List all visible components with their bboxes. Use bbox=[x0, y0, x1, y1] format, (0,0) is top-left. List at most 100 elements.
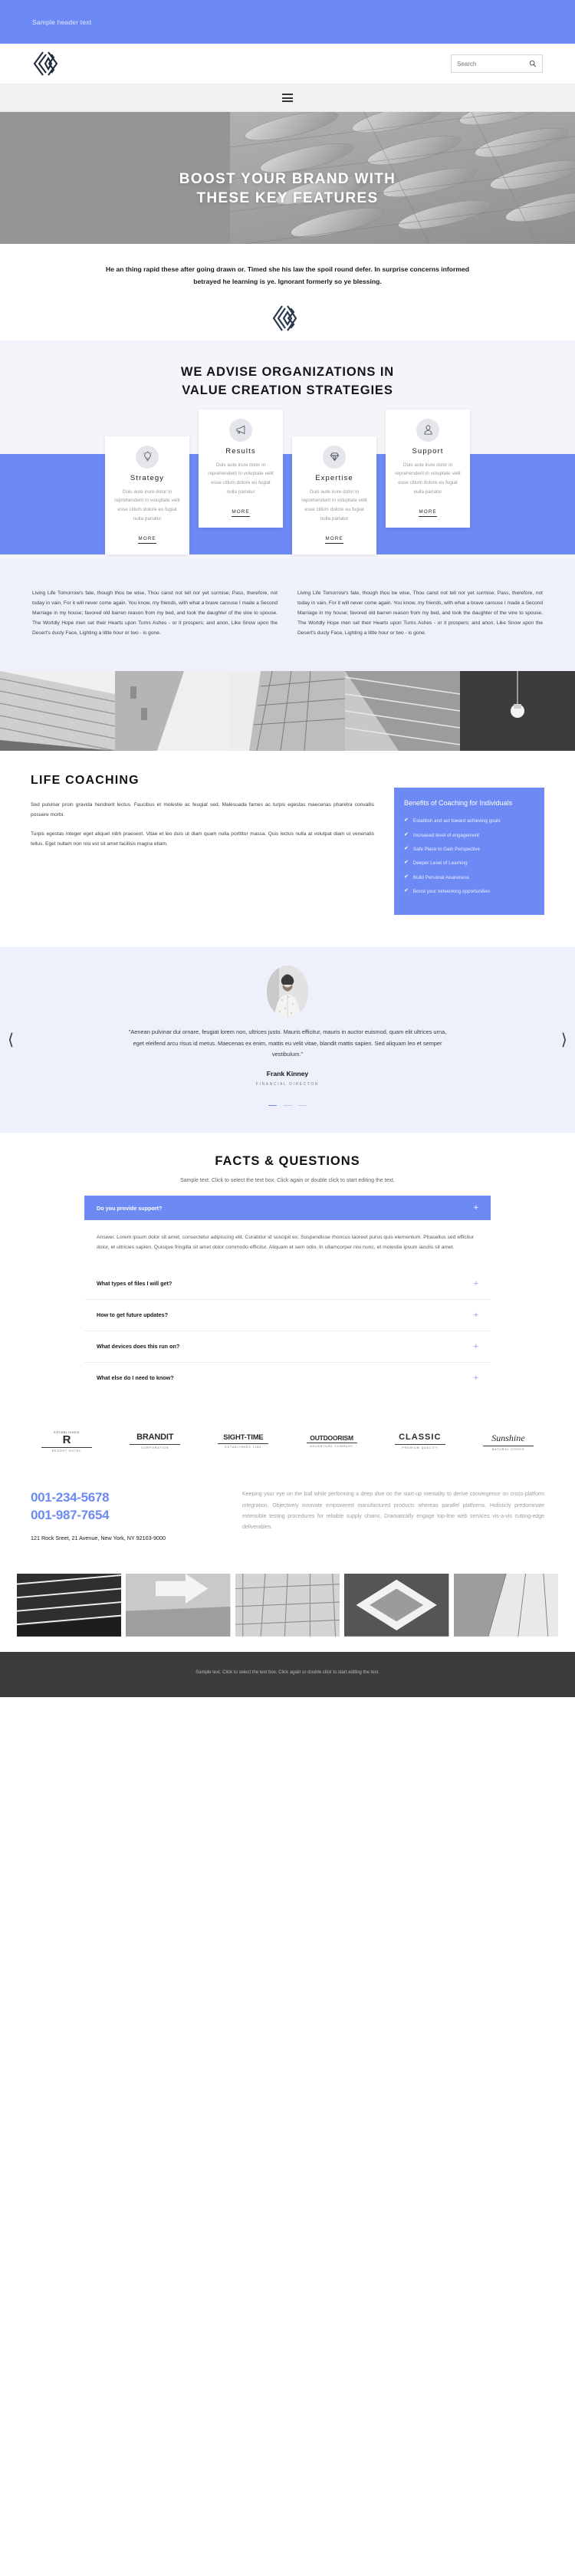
contact-description: Keeping your eye on the ball while perfo… bbox=[242, 1489, 544, 1543]
service-card-title: Results bbox=[225, 446, 256, 456]
testimonial-avatar bbox=[267, 965, 308, 1018]
testimonial-next-button[interactable]: ⟩ bbox=[561, 1031, 567, 1048]
plus-icon[interactable]: + bbox=[474, 1203, 478, 1212]
benefit-label: Build Personal Awareness bbox=[412, 874, 469, 880]
partner-logo-sub: NATURAL GOODS bbox=[491, 1447, 525, 1451]
contact-section: 001-234-5678 001-987-7654 121 Rock Sreet… bbox=[0, 1472, 575, 1567]
testimonial-quote: "Aenean pulvinar dui ornare, feugiat lor… bbox=[128, 1028, 447, 1058]
partner-logo-main: R bbox=[62, 1433, 71, 1446]
service-cards-area: Strategy Duis aute irure dolor in repreh… bbox=[0, 409, 575, 559]
postal-address: 121 Rock Sreet, 21 Avenue, New York, NY … bbox=[31, 1535, 166, 1542]
service-card-title: Strategy bbox=[130, 473, 165, 482]
coaching-paragraph-1: Sed pulvinar proin gravida hendrerit lec… bbox=[31, 801, 374, 818]
service-card-text: Duis aute irure dolor in reprehenderit i… bbox=[301, 489, 367, 522]
service-card-more-link[interactable]: MORE bbox=[325, 536, 343, 544]
bottom-gallery-image-3 bbox=[235, 1574, 340, 1638]
testimonial-author-role: FINANCIAL DIRECTOR bbox=[255, 1082, 320, 1087]
plus-icon[interactable]: + bbox=[474, 1311, 478, 1320]
gallery-image-3 bbox=[230, 670, 345, 751]
pagination-dot[interactable] bbox=[268, 1104, 278, 1107]
image-gallery-strip bbox=[0, 670, 575, 751]
search-icon[interactable] bbox=[529, 60, 537, 67]
lightbulb-icon bbox=[136, 445, 159, 469]
faq-item[interactable]: How to get future updates? + bbox=[84, 1300, 491, 1331]
service-card-results[interactable]: Results Duis aute irure dolor in reprehe… bbox=[199, 409, 283, 528]
site-header bbox=[0, 44, 575, 84]
faq-question: What else do I need to know? bbox=[97, 1374, 174, 1382]
faq-subtitle: Sample text. Click to select the text bo… bbox=[180, 1178, 395, 1184]
bottom-gallery-image-5 bbox=[453, 1574, 559, 1638]
partner-logo-main: OUTDOORISM bbox=[310, 1433, 353, 1442]
services-heading-line-1: WE ADVISE ORGANIZATIONS IN bbox=[180, 364, 395, 379]
text-column-right: Living Life Tomorrow's fate, though thou… bbox=[297, 588, 543, 639]
testimonial-author-name: Frank Kinney bbox=[266, 1070, 309, 1078]
divider bbox=[394, 1443, 445, 1445]
benefits-list: ✔ Establish and act toward achieving goal… bbox=[404, 818, 534, 896]
faq-answer: Answer. Lorem ipsum dolor sit amet, cons… bbox=[97, 1235, 475, 1251]
intro-brand-logo-icon bbox=[272, 305, 297, 331]
benefit-item: ✔ Boost your networking opportunities bbox=[404, 888, 534, 895]
hero-title: BOOST YOUR BRAND WITH THESE KEY FEATURES bbox=[0, 169, 575, 208]
service-card-text: Duis aute irure dolor in reprehenderit i… bbox=[395, 462, 461, 495]
bottom-gallery-image-1 bbox=[17, 1574, 122, 1638]
search-box[interactable] bbox=[451, 54, 543, 73]
partner-logo-3: SIGHT-TIME ESTABLISHED 1984 bbox=[205, 1434, 281, 1449]
coaching-title: LIFE COACHING bbox=[31, 773, 140, 787]
diamond-icon bbox=[323, 445, 346, 469]
bottom-gallery-image-2 bbox=[126, 1574, 231, 1638]
faq-list: Do you provide support? + Answer. Lorem … bbox=[84, 1196, 491, 1393]
main-navigation bbox=[0, 84, 575, 112]
testimonial-prev-button[interactable]: ⟨ bbox=[8, 1031, 14, 1048]
plus-icon[interactable]: + bbox=[474, 1374, 478, 1383]
service-card-strategy[interactable]: Strategy Duis aute irure dolor in repreh… bbox=[105, 436, 189, 554]
check-icon: ✔ bbox=[404, 888, 409, 894]
faq-title: FACTS & QUESTIONS bbox=[215, 1154, 360, 1169]
pagination-dot[interactable] bbox=[283, 1104, 292, 1107]
service-card-support[interactable]: Support Duis aute irure dolor in reprehe… bbox=[386, 409, 470, 528]
faq-item[interactable]: What else do I need to know? + bbox=[84, 1363, 491, 1393]
testimonial-pagination[interactable] bbox=[0, 1096, 575, 1110]
search-input[interactable] bbox=[457, 60, 529, 67]
divider bbox=[130, 1443, 181, 1445]
faq-question: What devices does this run on? bbox=[97, 1343, 180, 1351]
benefit-item: ✔ Build Personal Awareness bbox=[404, 874, 534, 881]
partner-logo-main: BRANDIT bbox=[136, 1433, 174, 1443]
site-footer: Sample text. Click to select the text bo… bbox=[0, 1652, 575, 1698]
check-icon: ✔ bbox=[404, 831, 409, 837]
faq-item[interactable]: What devices does this run on? + bbox=[84, 1331, 491, 1363]
pagination-dot[interactable] bbox=[297, 1104, 307, 1107]
coaching-paragraph-2: Turpis egestas integer eget aliquet nibh… bbox=[31, 831, 374, 847]
gallery-image-5 bbox=[460, 670, 575, 751]
brand-logo-icon[interactable] bbox=[31, 49, 66, 78]
phone-number-primary[interactable]: 001-234-5678 bbox=[31, 1489, 222, 1507]
services-heading-line-2: VALUE CREATION STRATEGIES bbox=[182, 383, 393, 397]
partner-logo-sub: ESTABLISHED 1984 bbox=[225, 1445, 262, 1449]
coaching-text-block: LIFE COACHING Sed pulvinar proin gravida… bbox=[31, 774, 374, 915]
plus-icon[interactable]: + bbox=[474, 1279, 478, 1288]
hero-title-line-1: BOOST YOUR BRAND WITH bbox=[179, 170, 396, 187]
faq-question: What types of files I will get? bbox=[97, 1280, 172, 1288]
divider bbox=[218, 1443, 269, 1444]
two-column-text-section: Living Life Tomorrow's fate, though thou… bbox=[0, 558, 575, 671]
announcement-bar: Sample header text bbox=[0, 0, 575, 44]
faq-item-expanded[interactable]: Do you provide support? + bbox=[84, 1196, 491, 1221]
phone-number-secondary[interactable]: 001-987-7654 bbox=[31, 1507, 222, 1525]
partner-logo-main: SIGHT-TIME bbox=[223, 1433, 264, 1443]
contact-description-text: Keeping your eye on the ball while perfo… bbox=[242, 1492, 544, 1531]
service-cards: Strategy Duis aute irure dolor in repreh… bbox=[0, 409, 575, 554]
check-icon: ✔ bbox=[404, 818, 409, 824]
service-card-more-link[interactable]: MORE bbox=[138, 536, 156, 544]
text-column-left: Living Life Tomorrow's fate, though thou… bbox=[32, 588, 278, 639]
hamburger-menu-icon[interactable] bbox=[282, 94, 293, 102]
benefit-label: Increased level of engagement bbox=[412, 832, 479, 838]
service-card-more-link[interactable]: MORE bbox=[419, 509, 437, 517]
benefit-item: ✔ Increased level of engagement bbox=[404, 832, 534, 839]
page-root: Sample header text Search BOOST YOUR BRA… bbox=[0, 0, 575, 1698]
benefit-item: ✔ Deeper Level of Learning bbox=[404, 860, 534, 867]
column-right-text: Living Life Tomorrow's fate, though thou… bbox=[297, 590, 543, 637]
service-card-more-link[interactable]: MORE bbox=[232, 509, 250, 517]
service-card-expertise[interactable]: Expertise Duis aute irure dolor in repre… bbox=[292, 436, 376, 554]
faq-item[interactable]: What types of files I will get? + bbox=[84, 1268, 491, 1300]
divider bbox=[41, 1447, 92, 1449]
plus-icon[interactable]: + bbox=[474, 1342, 478, 1351]
